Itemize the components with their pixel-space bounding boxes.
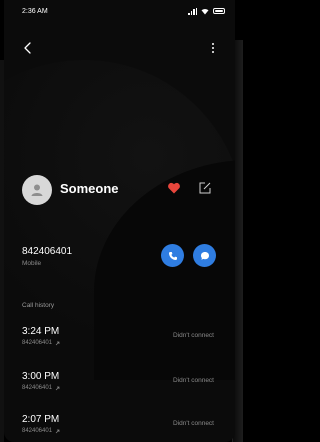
call-status: Didn't connect [173, 332, 214, 339]
call-status: Didn't connect [173, 420, 214, 427]
call-history-item[interactable]: 3:00 PM 842406401 Didn't connect [22, 371, 218, 397]
back-arrow-icon[interactable] [20, 40, 36, 56]
signal-icon [188, 7, 197, 15]
outgoing-call-icon [55, 429, 60, 433]
call-history-item[interactable]: 3:24 PM 842406401 Didn't connect [22, 326, 218, 352]
call-status: Didn't connect [173, 377, 214, 384]
call-number-text: 842406401 [22, 340, 53, 346]
phone-icon [168, 251, 177, 260]
call-number: 842406401 [22, 428, 60, 434]
message-button[interactable] [193, 244, 216, 267]
contact-details-card: 2:36 AM Someone 842406401 Mobile Call hi… [4, 0, 235, 442]
call-time: 3:24 PM [22, 326, 60, 337]
call-number: 842406401 [22, 385, 60, 391]
status-time: 2:36 AM [22, 7, 48, 15]
call-history-label: Call history [22, 302, 55, 309]
call-number-text: 842406401 [22, 428, 53, 434]
more-options-icon[interactable] [206, 40, 220, 56]
status-icons [188, 7, 225, 15]
phone-number[interactable]: 842406401 [22, 246, 72, 257]
call-number-text: 842406401 [22, 385, 53, 391]
contact-name: Someone [60, 181, 119, 196]
avatar [22, 175, 52, 205]
call-time: 2:07 PM [22, 414, 60, 425]
edit-icon[interactable] [198, 181, 212, 195]
battery-icon [213, 8, 225, 14]
outgoing-call-icon [55, 386, 60, 390]
call-button[interactable] [161, 244, 184, 267]
status-bar: 2:36 AM [4, 0, 235, 22]
call-time: 3:00 PM [22, 371, 60, 382]
call-number: 842406401 [22, 340, 60, 346]
screen: 2:36 AM Someone 842406401 Mobile Call hi… [0, 0, 243, 442]
call-history-item[interactable]: 2:07 PM 842406401 Didn't connect [22, 414, 218, 440]
phone-type: Mobile [22, 260, 42, 267]
chat-icon [200, 251, 209, 260]
wifi-icon [201, 8, 209, 14]
outgoing-call-icon [55, 341, 60, 345]
person-icon [31, 184, 43, 196]
heart-icon[interactable] [167, 181, 181, 195]
